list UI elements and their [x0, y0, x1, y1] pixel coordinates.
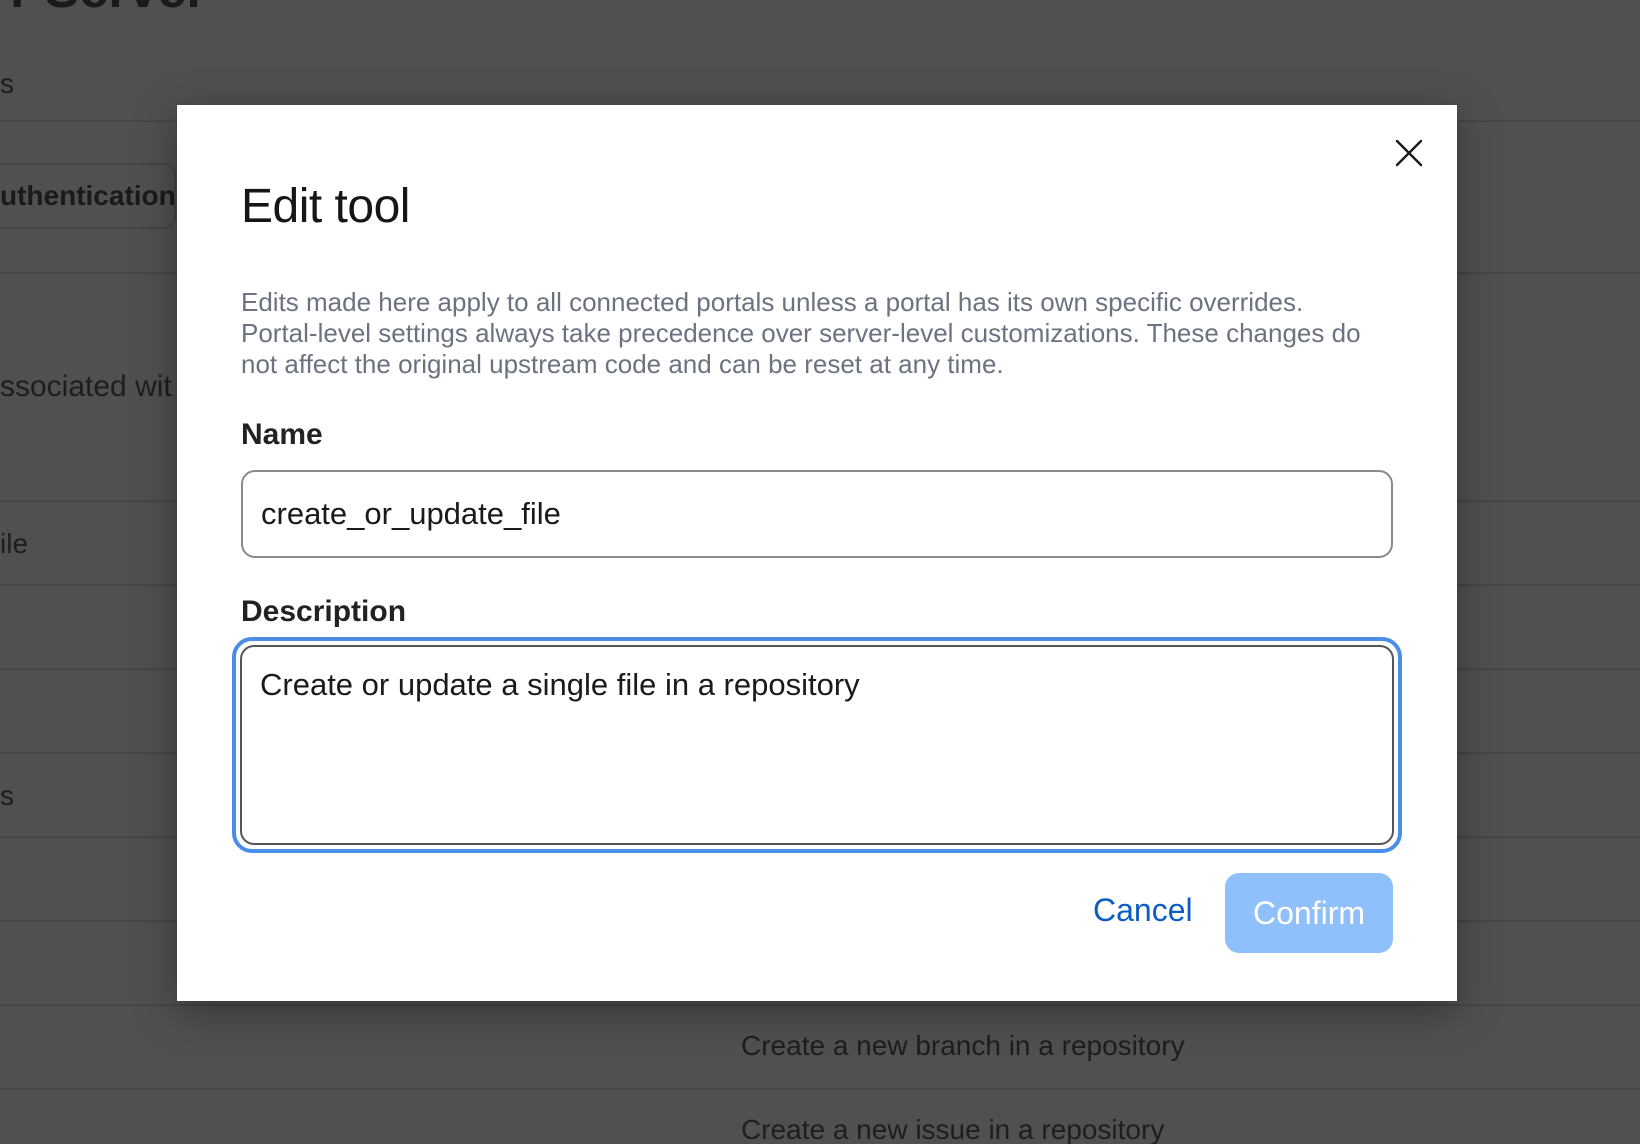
- table-cell: Create a new branch in a repository: [741, 1030, 1185, 1061]
- description-textarea[interactable]: Create or update a single file in a repo…: [240, 645, 1394, 845]
- list-item: s: [0, 780, 14, 811]
- dialog-title: Edit tool: [241, 180, 410, 233]
- name-input[interactable]: [241, 470, 1393, 558]
- divider: [0, 1088, 1640, 1090]
- description-focus-ring: Create or update a single file in a repo…: [232, 637, 1402, 853]
- page-title: r Server: [10, 0, 207, 20]
- tab-fragment: s: [0, 68, 14, 99]
- cancel-button[interactable]: Cancel: [1083, 870, 1203, 950]
- dialog-description: Edits made here apply to all connected p…: [241, 287, 1361, 379]
- close-icon: [1395, 139, 1423, 167]
- section-heading: ssociated wit: [0, 370, 172, 403]
- divider: [0, 1004, 1640, 1006]
- tab-authentication-label: uthentication: [0, 180, 176, 211]
- confirm-button[interactable]: Confirm: [1225, 873, 1393, 953]
- name-label: Name: [241, 418, 323, 451]
- table-cell: Create a new issue in a repository: [741, 1114, 1165, 1144]
- close-button[interactable]: [1389, 133, 1429, 173]
- list-item: ile: [0, 528, 29, 559]
- edit-tool-dialog: Edit tool Edits made here apply to all c…: [177, 105, 1457, 1001]
- description-label: Description: [241, 595, 407, 628]
